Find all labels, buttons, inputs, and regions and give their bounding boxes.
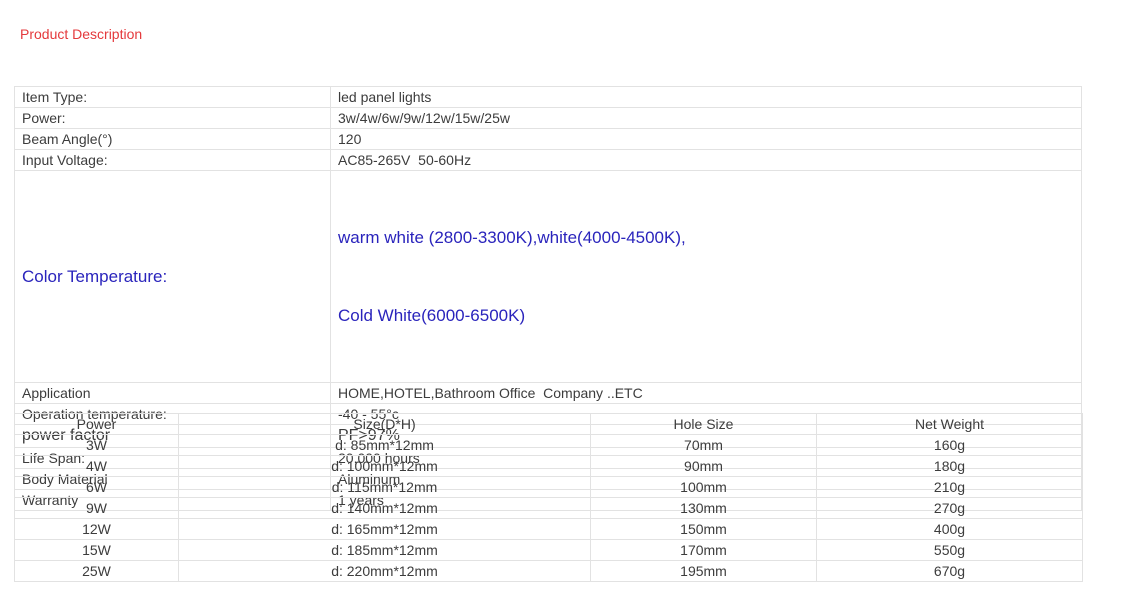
size-cell: 550g [817,540,1083,561]
spec-label-cell: Beam Angle(°) [15,129,331,150]
size-cell: 3W [15,435,179,456]
size-header-hole-size: Hole Size [591,414,817,435]
size-cell: d: 220mm*12mm [179,561,591,582]
size-cell: 6W [15,477,179,498]
size-cell: 195mm [591,561,817,582]
size-row: 4W d: 100mm*12mm 90mm 180g [15,456,1083,477]
spec-value-cell: AC85-265V 50-60Hz [331,150,1082,171]
size-row: 25W d: 220mm*12mm 195mm 670g [15,561,1083,582]
spec-value-cell: led panel lights [331,87,1082,108]
size-cell: 150mm [591,519,817,540]
size-cell: 70mm [591,435,817,456]
spec-label-cell: Application [15,383,331,404]
size-header-power: Power [15,414,179,435]
size-cell: d: 165mm*12mm [179,519,591,540]
color-temp-line-2: Cold White(6000-6500K) [338,303,1077,329]
size-row: 12W d: 165mm*12mm 150mm 400g [15,519,1083,540]
size-cell: 100mm [591,477,817,498]
size-row: 9W d: 140mm*12mm 130mm 270g [15,498,1083,519]
spec-value-cell: warm white (2800-3300K),white(4000-4500K… [331,171,1082,383]
size-cell: 670g [817,561,1083,582]
size-cell: 170mm [591,540,817,561]
size-cell: 160g [817,435,1083,456]
size-cell: d: 100mm*12mm [179,456,591,477]
spec-label-cell: Input Voltage: [15,150,331,171]
size-cell: 4W [15,456,179,477]
spec-value-cell: HOME,HOTEL,Bathroom Office Company ..ETC [331,383,1082,404]
size-cell: 130mm [591,498,817,519]
spec-row: Beam Angle(°) 120 [15,129,1082,150]
size-cell: 90mm [591,456,817,477]
spec-label-cell: Item Type: [15,87,331,108]
size-cell: d: 115mm*12mm [179,477,591,498]
size-cell: 210g [817,477,1083,498]
spec-row: Item Type: led panel lights [15,87,1082,108]
size-cell: 400g [817,519,1083,540]
size-cell: 270g [817,498,1083,519]
size-row: 6W d: 115mm*12mm 100mm 210g [15,477,1083,498]
spec-value-cell: 120 [331,129,1082,150]
spec-label-cell: Power: [15,108,331,129]
spec-value-cell: 3w/4w/6w/9w/12w/15w/25w [331,108,1082,129]
size-cell: d: 185mm*12mm [179,540,591,561]
page-title: Product Description [20,26,142,42]
size-cell: d: 85mm*12mm [179,435,591,456]
size-header-net-weight: Net Weight [817,414,1083,435]
size-table: Power Size(D*H) Hole Size Net Weight 3W … [14,413,1083,582]
spec-row: Application HOME,HOTEL,Bathroom Office C… [15,383,1082,404]
size-cell: 12W [15,519,179,540]
product-description-page: Product Description Item Type: led panel… [0,0,1143,595]
size-cell: 15W [15,540,179,561]
size-header-size: Size(D*H) [179,414,591,435]
color-temp-line-1: warm white (2800-3300K),white(4000-4500K… [338,225,1077,251]
size-cell: d: 140mm*12mm [179,498,591,519]
spec-row-color-temperature: Color Temperature: warm white (2800-3300… [15,171,1082,383]
spec-row: Input Voltage: AC85-265V 50-60Hz [15,150,1082,171]
size-row: 3W d: 85mm*12mm 70mm 160g [15,435,1083,456]
size-header-row: Power Size(D*H) Hole Size Net Weight [15,414,1083,435]
size-row: 15W d: 185mm*12mm 170mm 550g [15,540,1083,561]
spec-row: Power: 3w/4w/6w/9w/12w/15w/25w [15,108,1082,129]
size-cell: 25W [15,561,179,582]
size-cell: 9W [15,498,179,519]
spec-label-cell: Color Temperature: [15,171,331,383]
size-cell: 180g [817,456,1083,477]
